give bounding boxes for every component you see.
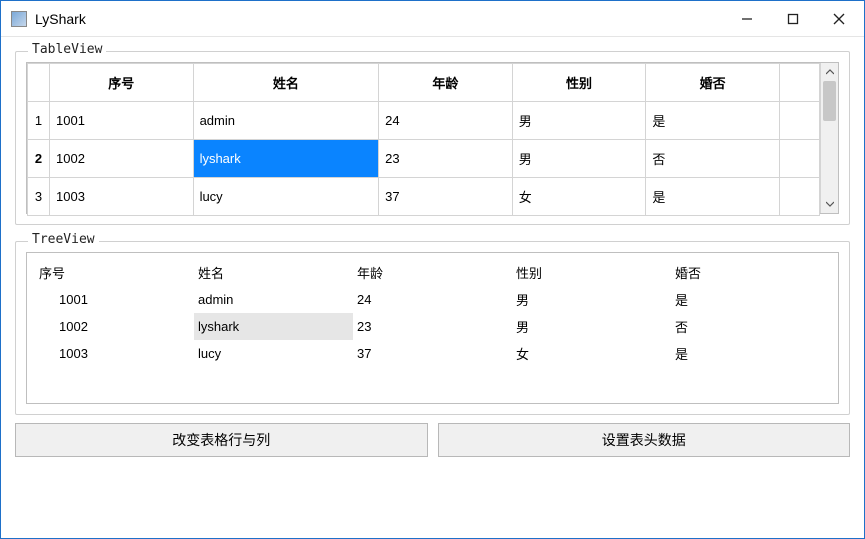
tree-col-4[interactable]: 婚否	[671, 259, 830, 286]
treeview-table: 序号 姓名 年龄 性别 婚否 1001 admin 24 男	[35, 259, 830, 367]
tree-cell[interactable]: 1001	[35, 286, 194, 313]
row-number[interactable]: 3	[28, 178, 50, 216]
tree-cell[interactable]: admin	[194, 286, 353, 313]
cell[interactable]: 1002	[50, 140, 194, 178]
tree-cell[interactable]: 37	[353, 340, 512, 367]
tree-col-2[interactable]: 年龄	[353, 259, 512, 286]
treeview-header-row: 序号 姓名 年龄 性别 婚否	[35, 259, 830, 286]
tree-row[interactable]: 1001 admin 24 男 是	[35, 286, 830, 313]
maximize-button[interactable]	[770, 4, 816, 34]
cell[interactable]: 男	[512, 102, 646, 140]
window-controls	[724, 4, 862, 34]
button-row: 改变表格行与列 设置表头数据	[15, 423, 850, 457]
cell[interactable]: 1001	[50, 102, 194, 140]
tree-row[interactable]: 1002 lyshark 23 男 否	[35, 313, 830, 340]
cell-spacer	[780, 178, 820, 216]
cell[interactable]: lucy	[193, 178, 379, 216]
tree-cell[interactable]: 男	[512, 313, 671, 340]
cell[interactable]: 男	[512, 140, 646, 178]
minimize-icon	[741, 13, 753, 25]
treeview-group: TreeView 序号 姓名 年龄 性别 婚否 1001	[15, 241, 850, 415]
app-window: LyShark TableView	[0, 0, 865, 539]
set-header-data-button[interactable]: 设置表头数据	[438, 423, 851, 457]
tableview-col-spacer	[780, 64, 820, 102]
treeview-label: TreeView	[28, 232, 99, 247]
app-icon	[11, 11, 27, 27]
cell-spacer	[780, 102, 820, 140]
cell-selected[interactable]: lyshark	[193, 140, 379, 178]
scroll-thumb[interactable]	[823, 81, 836, 121]
close-icon	[833, 13, 845, 25]
row-number[interactable]: 2	[28, 140, 50, 178]
tableview-label: TableView	[28, 42, 106, 57]
titlebar: LyShark	[1, 1, 864, 37]
window-title: LyShark	[35, 11, 724, 27]
cell[interactable]: 23	[379, 140, 513, 178]
tree-cell[interactable]: lucy	[194, 340, 353, 367]
cell[interactable]: 女	[512, 178, 646, 216]
tableview-group: TableView 序号 姓名 年龄 性别 婚否	[15, 51, 850, 225]
treeview-widget[interactable]: 序号 姓名 年龄 性别 婚否 1001 admin 24 男	[26, 252, 839, 404]
table-row[interactable]: 1 1001 admin 24 男 是	[28, 102, 820, 140]
tree-cell-selected[interactable]: lyshark	[194, 313, 353, 340]
tableview-table: 序号 姓名 年龄 性别 婚否 1 1001 admin	[27, 63, 820, 216]
tableview-col-1[interactable]: 姓名	[193, 64, 379, 102]
tableview-col-4[interactable]: 婚否	[646, 64, 780, 102]
tree-col-0[interactable]: 序号	[35, 259, 194, 286]
cell[interactable]: 否	[646, 140, 780, 178]
table-row[interactable]: 2 1002 lyshark 23 男 否	[28, 140, 820, 178]
tree-cell[interactable]: 1003	[35, 340, 194, 367]
tableview-widget[interactable]: 序号 姓名 年龄 性别 婚否 1 1001 admin	[26, 62, 839, 214]
chevron-down-icon	[826, 201, 834, 207]
cell[interactable]: 是	[646, 102, 780, 140]
cell[interactable]: 24	[379, 102, 513, 140]
tree-cell[interactable]: 男	[512, 286, 671, 313]
tree-cell[interactable]: 是	[671, 340, 830, 367]
tree-col-1[interactable]: 姓名	[194, 259, 353, 286]
content-area: TableView 序号 姓名 年龄 性别 婚否	[1, 37, 864, 538]
maximize-icon	[787, 13, 799, 25]
tableview-scrollbar[interactable]	[820, 63, 838, 213]
tree-cell[interactable]: 23	[353, 313, 512, 340]
cell[interactable]: 1003	[50, 178, 194, 216]
cell[interactable]: 是	[646, 178, 780, 216]
tableview-col-3[interactable]: 性别	[512, 64, 646, 102]
cell[interactable]: 37	[379, 178, 513, 216]
tree-row[interactable]: 1003 lucy 37 女 是	[35, 340, 830, 367]
tableview-corner	[28, 64, 50, 102]
scroll-up-button[interactable]	[821, 63, 838, 81]
tree-cell[interactable]: 否	[671, 313, 830, 340]
row-number[interactable]: 1	[28, 102, 50, 140]
change-rows-cols-button[interactable]: 改变表格行与列	[15, 423, 428, 457]
tree-cell[interactable]: 女	[512, 340, 671, 367]
tableview-header-row: 序号 姓名 年龄 性别 婚否	[28, 64, 820, 102]
minimize-button[interactable]	[724, 4, 770, 34]
tree-col-3[interactable]: 性别	[512, 259, 671, 286]
scroll-down-button[interactable]	[821, 195, 838, 213]
close-button[interactable]	[816, 4, 862, 34]
cell[interactable]: admin	[193, 102, 379, 140]
cell-spacer	[780, 140, 820, 178]
chevron-up-icon	[826, 69, 834, 75]
tableview-col-2[interactable]: 年龄	[379, 64, 513, 102]
tableview-col-0[interactable]: 序号	[50, 64, 194, 102]
tree-cell[interactable]: 1002	[35, 313, 194, 340]
table-row[interactable]: 3 1003 lucy 37 女 是	[28, 178, 820, 216]
tree-cell[interactable]: 是	[671, 286, 830, 313]
tree-cell[interactable]: 24	[353, 286, 512, 313]
